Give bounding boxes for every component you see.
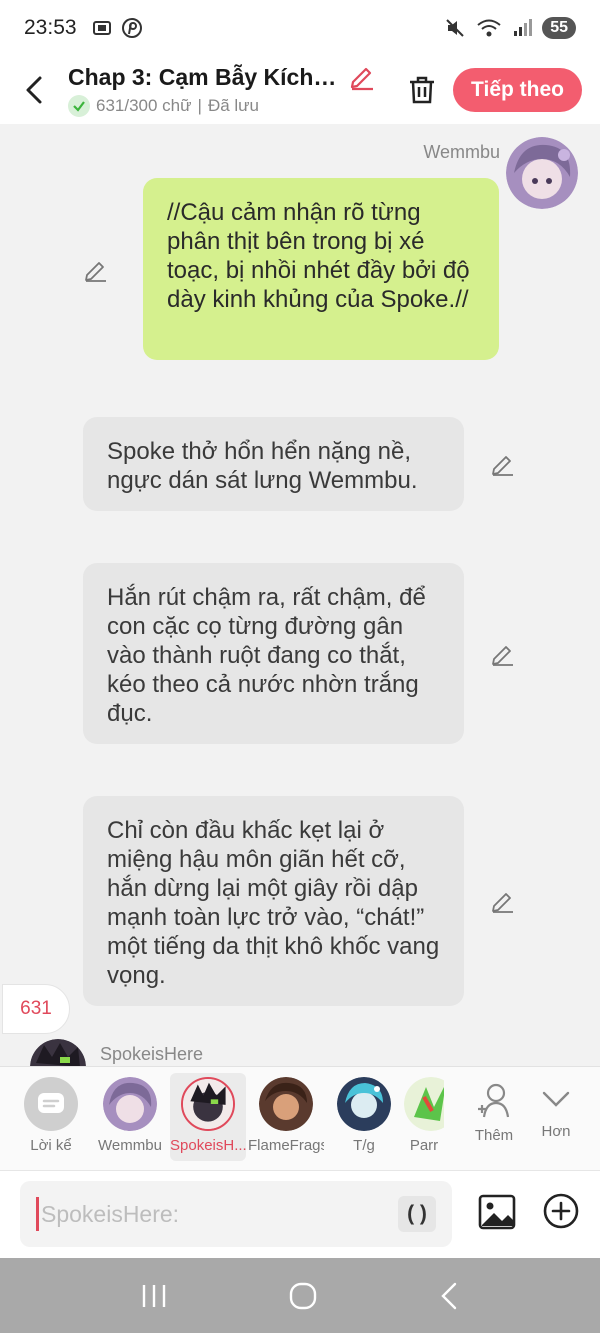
character-tg[interactable]: T/g [326,1073,402,1161]
edit-message-icon[interactable] [490,451,516,477]
mute-icon [446,19,464,37]
battery-indicator: 55 [542,17,576,39]
save-status: Đã lưu [207,96,260,115]
next-button[interactable]: Tiếp theo [453,68,582,112]
delete-button[interactable] [402,70,442,110]
chevron-down-icon [542,1091,570,1107]
home-button[interactable] [288,1281,318,1311]
system-nav-bar [0,1258,600,1333]
add-circle-icon[interactable] [543,1193,579,1229]
avatar [103,1077,157,1131]
text-caret [36,1197,39,1231]
avatar [181,1077,235,1131]
character-spokeishere[interactable]: SpokeisH... [170,1073,246,1161]
narration-message[interactable]: Chỉ còn đầu khấc kẹt lại ở miệng hậu môn… [83,796,464,1006]
composer: SpokeisHere: ( ) [0,1170,600,1258]
sender-name: Wemmbu [423,142,500,162]
edit-message-icon[interactable] [490,641,516,667]
edit-message-icon[interactable] [83,257,109,283]
narration-icon [24,1077,78,1131]
avatar [259,1077,313,1131]
trash-icon [410,76,434,104]
recent-apps-button[interactable] [140,1283,168,1309]
more-button[interactable]: Hơn [518,1073,594,1161]
narration-message[interactable]: Hắn rút chậm ra, rất chậm, để con cặc cọ… [83,563,464,744]
word-count: 631/300 chữ [96,96,192,115]
character-parr[interactable]: Parr [404,1073,444,1161]
message-counter[interactable]: 631 [2,984,70,1034]
character-wemmbu[interactable]: Wemmbu [92,1073,168,1161]
avatar-wemmbu[interactable] [506,137,578,209]
avatar [337,1077,391,1131]
edit-message-icon[interactable] [490,888,516,914]
editor-header: Chap 3: Cạm Bẫy Kích ... 631/300 chữ | Đ… [0,56,600,124]
clock: 23:53 [24,16,77,39]
avatar [404,1077,444,1131]
status-bar: 23:53 55 [0,0,600,56]
signal-icon [514,19,533,36]
character-flameflags[interactable]: FlameFrags [248,1073,324,1161]
screen-recorder-icon [92,21,111,35]
message-input[interactable]: SpokeisHere: ( ) [20,1181,452,1247]
edit-title-icon[interactable] [348,63,376,91]
back-button[interactable] [18,70,50,110]
check-icon [68,95,90,117]
chevron-left-icon [26,76,42,104]
pinterest-icon [121,18,142,38]
avatar-spokeishere [30,1039,86,1066]
character-selector: Lời kể Wemmbu SpokeisH... FlameFrags T/g… [0,1066,600,1170]
back-nav-button[interactable] [438,1281,460,1311]
action-parentheses-button[interactable]: ( ) [398,1196,436,1232]
user-message[interactable]: //Cậu cảm nhận rõ từng phân thịt bên tro… [143,178,499,360]
chapter-info: Chap 3: Cạm Bẫy Kích ... 631/300 chữ | Đ… [68,63,378,117]
character-narration[interactable]: Lời kể [13,1073,89,1161]
chapter-title: Chap 3: Cạm Bẫy Kích ... [68,63,338,90]
sender-name: SpokeisHere [100,1044,204,1064]
image-icon[interactable] [478,1193,516,1231]
narration-message[interactable]: Spoke thở hổn hển nặng nề, ngực dán sát … [83,417,464,511]
input-placeholder: SpokeisHere: [41,1200,180,1227]
separator: | [197,96,202,115]
chat-area[interactable]: Wemmbu //Cậu cảm nhận rõ từng phân thịt … [0,124,600,1066]
add-person-icon [478,1083,510,1118]
wifi-icon [477,19,501,37]
